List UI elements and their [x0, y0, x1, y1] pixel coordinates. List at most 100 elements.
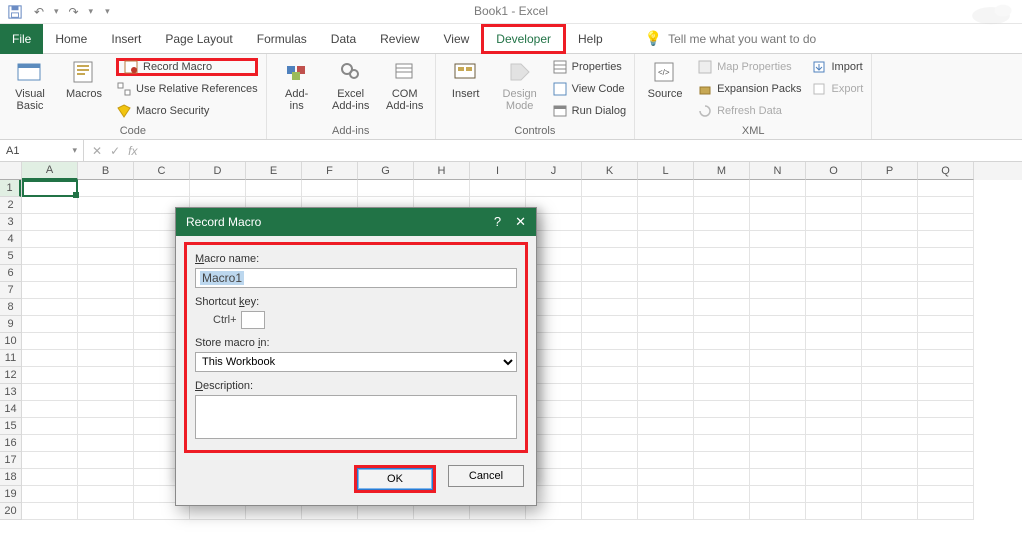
- cell[interactable]: [918, 503, 974, 520]
- cell[interactable]: [582, 469, 638, 486]
- cell[interactable]: [750, 452, 806, 469]
- cell[interactable]: [638, 316, 694, 333]
- cell[interactable]: [806, 333, 862, 350]
- customize-qat-icon[interactable]: ▾: [105, 6, 110, 17]
- row-header-2[interactable]: 2: [0, 197, 21, 214]
- view-code-button[interactable]: View Code: [552, 80, 626, 98]
- cell[interactable]: [750, 333, 806, 350]
- cell[interactable]: [638, 469, 694, 486]
- account-avatar-icon[interactable]: [964, 2, 1018, 26]
- col-header-D[interactable]: D: [190, 162, 246, 180]
- col-header-B[interactable]: B: [78, 162, 134, 180]
- cell[interactable]: [22, 350, 78, 367]
- cell[interactable]: [582, 214, 638, 231]
- cell[interactable]: [78, 486, 134, 503]
- cell[interactable]: [750, 231, 806, 248]
- cell[interactable]: [862, 248, 918, 265]
- cell[interactable]: [918, 231, 974, 248]
- cell[interactable]: [22, 333, 78, 350]
- cell[interactable]: [78, 452, 134, 469]
- cell[interactable]: [358, 180, 414, 197]
- cell[interactable]: [694, 214, 750, 231]
- cell[interactable]: [862, 452, 918, 469]
- cell[interactable]: [806, 299, 862, 316]
- cell[interactable]: [862, 503, 918, 520]
- xml-export-button[interactable]: Export: [811, 80, 863, 98]
- cell[interactable]: [582, 282, 638, 299]
- cell[interactable]: [22, 435, 78, 452]
- cell[interactable]: [78, 418, 134, 435]
- row-header-10[interactable]: 10: [0, 333, 21, 350]
- cell[interactable]: [806, 503, 862, 520]
- macro-security-button[interactable]: Macro Security: [116, 102, 258, 120]
- cell[interactable]: [22, 180, 78, 197]
- visual-basic-button[interactable]: Visual Basic: [8, 58, 52, 112]
- cell[interactable]: [862, 401, 918, 418]
- cell[interactable]: [638, 435, 694, 452]
- redo-dropdown-icon[interactable]: ▾: [89, 6, 94, 17]
- select-all-corner[interactable]: [0, 162, 22, 180]
- row-header-13[interactable]: 13: [0, 384, 21, 401]
- cell[interactable]: [78, 282, 134, 299]
- cell[interactable]: [78, 367, 134, 384]
- cell[interactable]: [638, 265, 694, 282]
- map-properties-button[interactable]: Map Properties: [697, 58, 801, 76]
- cell[interactable]: [22, 384, 78, 401]
- cell[interactable]: [78, 299, 134, 316]
- row-header-8[interactable]: 8: [0, 299, 21, 316]
- cell[interactable]: [918, 282, 974, 299]
- cell[interactable]: [694, 418, 750, 435]
- cell[interactable]: [862, 435, 918, 452]
- cell[interactable]: [246, 180, 302, 197]
- cell[interactable]: [806, 435, 862, 452]
- macros-button[interactable]: Macros: [62, 58, 106, 100]
- cell[interactable]: [78, 469, 134, 486]
- row-header-18[interactable]: 18: [0, 469, 21, 486]
- cell[interactable]: [78, 503, 134, 520]
- cell[interactable]: [694, 299, 750, 316]
- cell[interactable]: [918, 333, 974, 350]
- cell[interactable]: [22, 401, 78, 418]
- col-header-A[interactable]: A: [22, 162, 78, 180]
- cell[interactable]: [918, 316, 974, 333]
- tab-help[interactable]: Help: [566, 24, 615, 54]
- undo-icon[interactable]: ↶: [30, 3, 48, 21]
- cell[interactable]: [78, 214, 134, 231]
- cell[interactable]: [862, 197, 918, 214]
- cell[interactable]: [918, 401, 974, 418]
- cell[interactable]: [22, 486, 78, 503]
- cell[interactable]: [750, 265, 806, 282]
- shortcut-key-input[interactable]: [241, 311, 265, 329]
- tab-insert[interactable]: Insert: [99, 24, 153, 54]
- dialog-titlebar[interactable]: Record Macro ? ✕: [176, 208, 536, 236]
- addins-button[interactable]: Add- ins: [275, 58, 319, 112]
- cell[interactable]: [806, 384, 862, 401]
- cell[interactable]: [638, 418, 694, 435]
- cell[interactable]: [918, 214, 974, 231]
- cell[interactable]: [694, 469, 750, 486]
- insert-control-button[interactable]: Insert: [444, 58, 488, 100]
- col-header-F[interactable]: F: [302, 162, 358, 180]
- cell[interactable]: [22, 452, 78, 469]
- cell[interactable]: [22, 248, 78, 265]
- redo-icon[interactable]: ↷: [65, 3, 83, 21]
- cell[interactable]: [22, 469, 78, 486]
- cell[interactable]: [694, 350, 750, 367]
- cell[interactable]: [862, 333, 918, 350]
- cell[interactable]: [806, 418, 862, 435]
- cell[interactable]: [750, 197, 806, 214]
- cell[interactable]: [750, 384, 806, 401]
- cell[interactable]: [134, 180, 190, 197]
- tab-file[interactable]: File: [0, 24, 43, 54]
- cell[interactable]: [638, 180, 694, 197]
- cell[interactable]: [694, 401, 750, 418]
- cell[interactable]: [22, 316, 78, 333]
- cell[interactable]: [582, 197, 638, 214]
- cell[interactable]: [750, 248, 806, 265]
- col-header-L[interactable]: L: [638, 162, 694, 180]
- cell[interactable]: [78, 248, 134, 265]
- cell[interactable]: [582, 401, 638, 418]
- cell[interactable]: [806, 469, 862, 486]
- chevron-down-icon[interactable]: ▾: [72, 145, 77, 156]
- cell[interactable]: [806, 486, 862, 503]
